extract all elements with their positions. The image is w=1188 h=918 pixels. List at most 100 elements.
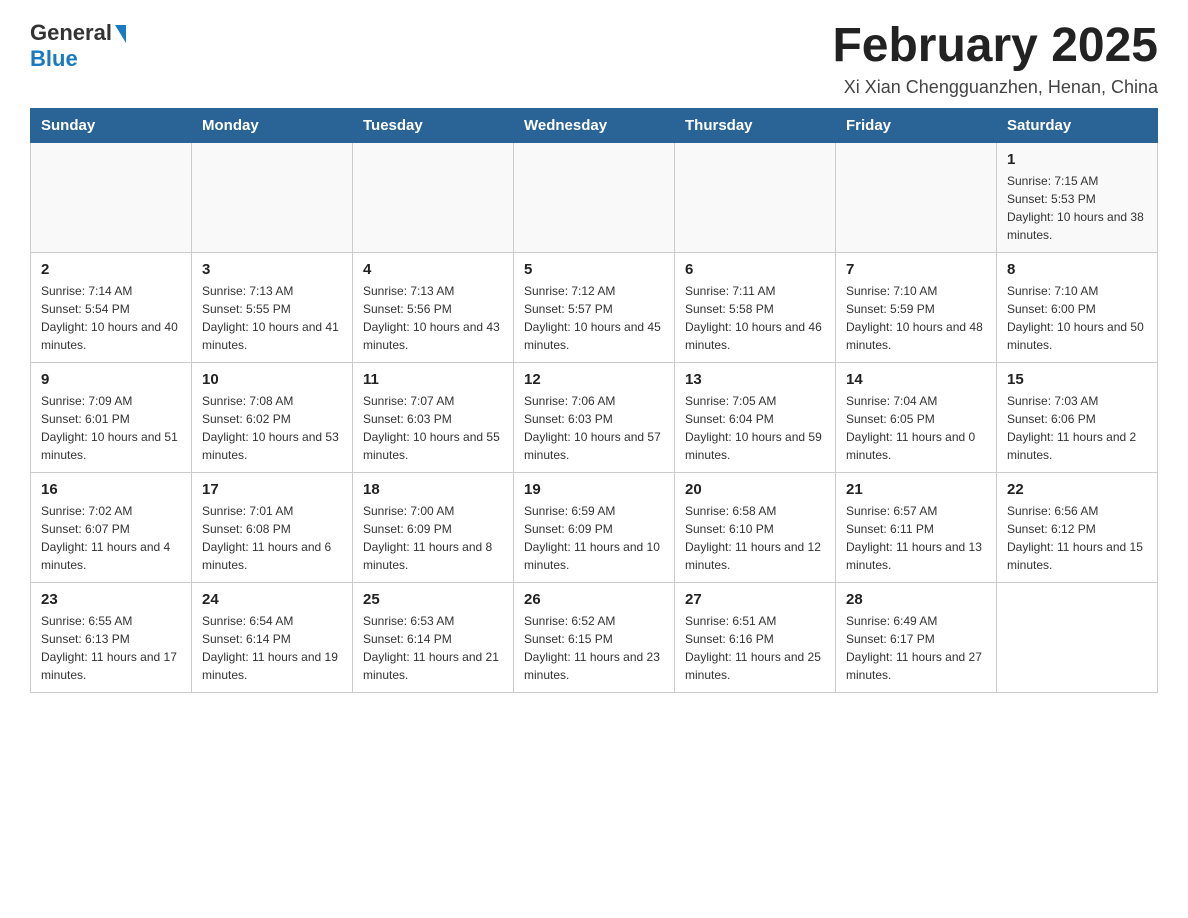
calendar-table: SundayMondayTuesdayWednesdayThursdayFrid… (30, 108, 1158, 693)
calendar-day-cell: 15 Sunrise: 7:03 AM Sunset: 6:06 PM Dayli… (997, 362, 1158, 472)
day-info: Sunrise: 7:06 AM Sunset: 6:03 PM Dayligh… (524, 392, 664, 464)
day-number: 4 (363, 261, 503, 278)
day-of-week-header: Sunday (31, 108, 192, 142)
day-info: Sunrise: 7:14 AM Sunset: 5:54 PM Dayligh… (41, 282, 181, 354)
page-header: General Blue February 2025 Xi Xian Cheng… (30, 20, 1158, 98)
calendar-day-cell: 18Sunrise: 7:00 AM Sunset: 6:09 PM Dayli… (353, 472, 514, 582)
day-info: Sunrise: 6:53 AM Sunset: 6:14 PM Dayligh… (363, 612, 503, 684)
calendar-day-cell: 8 Sunrise: 7:10 AM Sunset: 6:00 PM Daylig… (997, 252, 1158, 362)
day-info: Sunrise: 7:09 AM Sunset: 6:01 PM Dayligh… (41, 392, 181, 464)
day-info: Sunrise: 7:05 AM Sunset: 6:04 PM Dayligh… (685, 392, 825, 464)
calendar-day-cell: 21Sunrise: 6:57 AM Sunset: 6:11 PM Dayli… (836, 472, 997, 582)
calendar-day-cell: 22 Sunrise: 6:56 AM Sunset: 6:12 PM Dayli… (997, 472, 1158, 582)
day-number: 17 (202, 481, 342, 498)
day-info: Sunrise: 6:56 AM Sunset: 6:12 PM Dayligh… (1007, 502, 1147, 574)
day-of-week-header: Tuesday (353, 108, 514, 142)
day-of-week-header: Saturday (997, 108, 1158, 142)
day-number: 9 (41, 371, 181, 388)
calendar-day-cell (514, 142, 675, 252)
month-title: February 2025 (832, 20, 1158, 73)
calendar-day-cell (353, 142, 514, 252)
day-info: Sunrise: 7:04 AM Sunset: 6:05 PM Dayligh… (846, 392, 986, 464)
calendar-day-cell (31, 142, 192, 252)
day-info: Sunrise: 7:10 AM Sunset: 6:00 PM Dayligh… (1007, 282, 1147, 354)
day-of-week-header: Friday (836, 108, 997, 142)
calendar-day-cell: 1 Sunrise: 7:15 AM Sunset: 5:53 PM Daylig… (997, 142, 1158, 252)
day-number: 21 (846, 481, 986, 498)
day-number: 14 (846, 371, 986, 388)
day-info: Sunrise: 7:08 AM Sunset: 6:02 PM Dayligh… (202, 392, 342, 464)
day-of-week-header: Wednesday (514, 108, 675, 142)
day-info: Sunrise: 6:51 AM Sunset: 6:16 PM Dayligh… (685, 612, 825, 684)
calendar-day-cell (192, 142, 353, 252)
calendar-day-cell: 14 Sunrise: 7:04 AM Sunset: 6:05 PM Dayli… (836, 362, 997, 472)
calendar-day-cell (997, 582, 1158, 692)
day-number: 27 (685, 591, 825, 608)
calendar-day-cell: 3 Sunrise: 7:13 AM Sunset: 5:55 PM Daylig… (192, 252, 353, 362)
day-info: Sunrise: 7:12 AM Sunset: 5:57 PM Dayligh… (524, 282, 664, 354)
day-info: Sunrise: 7:10 AM Sunset: 5:59 PM Dayligh… (846, 282, 986, 354)
day-info: Sunrise: 7:13 AM Sunset: 5:56 PM Dayligh… (363, 282, 503, 354)
day-number: 19 (524, 481, 664, 498)
day-number: 3 (202, 261, 342, 278)
day-number: 15 (1007, 371, 1147, 388)
day-info: Sunrise: 7:00 AM Sunset: 6:09 PM Dayligh… (363, 502, 503, 574)
day-number: 10 (202, 371, 342, 388)
calendar-day-cell: 23 Sunrise: 6:55 AM Sunset: 6:13 PM Dayli… (31, 582, 192, 692)
calendar-day-cell: 25 Sunrise: 6:53 AM Sunset: 6:14 PM Dayli… (353, 582, 514, 692)
calendar-day-cell: 6Sunrise: 7:11 AM Sunset: 5:58 PM Daylig… (675, 252, 836, 362)
calendar-day-cell: 28 Sunrise: 6:49 AM Sunset: 6:17 PM Dayli… (836, 582, 997, 692)
logo: General Blue (30, 20, 126, 72)
logo-general-text: General (30, 20, 112, 46)
day-number: 25 (363, 591, 503, 608)
calendar-day-cell: 27 Sunrise: 6:51 AM Sunset: 6:16 PM Dayli… (675, 582, 836, 692)
calendar-day-cell: 2Sunrise: 7:14 AM Sunset: 5:54 PM Daylig… (31, 252, 192, 362)
location-title: Xi Xian Chengguanzhen, Henan, China (832, 77, 1158, 98)
logo-arrow-icon (115, 25, 126, 43)
calendar-day-cell: 26 Sunrise: 6:52 AM Sunset: 6:15 PM Dayli… (514, 582, 675, 692)
calendar-day-cell: 10 Sunrise: 7:08 AM Sunset: 6:02 PM Dayli… (192, 362, 353, 472)
day-info: Sunrise: 7:02 AM Sunset: 6:07 PM Dayligh… (41, 502, 181, 574)
day-number: 11 (363, 371, 503, 388)
calendar-week-row: 2Sunrise: 7:14 AM Sunset: 5:54 PM Daylig… (31, 252, 1158, 362)
calendar-day-cell (675, 142, 836, 252)
calendar-day-cell: 16 Sunrise: 7:02 AM Sunset: 6:07 PM Dayli… (31, 472, 192, 582)
day-of-week-header: Thursday (675, 108, 836, 142)
calendar-week-row: 1 Sunrise: 7:15 AM Sunset: 5:53 PM Daylig… (31, 142, 1158, 252)
calendar-day-cell: 13Sunrise: 7:05 AM Sunset: 6:04 PM Dayli… (675, 362, 836, 472)
day-number: 1 (1007, 151, 1147, 168)
day-info: Sunrise: 6:55 AM Sunset: 6:13 PM Dayligh… (41, 612, 181, 684)
day-number: 24 (202, 591, 342, 608)
day-info: Sunrise: 7:13 AM Sunset: 5:55 PM Dayligh… (202, 282, 342, 354)
title-block: February 2025 Xi Xian Chengguanzhen, Hen… (832, 20, 1158, 98)
day-info: Sunrise: 6:49 AM Sunset: 6:17 PM Dayligh… (846, 612, 986, 684)
logo-blue-text: Blue (30, 46, 78, 72)
day-number: 26 (524, 591, 664, 608)
day-number: 7 (846, 261, 986, 278)
day-info: Sunrise: 7:01 AM Sunset: 6:08 PM Dayligh… (202, 502, 342, 574)
day-info: Sunrise: 6:54 AM Sunset: 6:14 PM Dayligh… (202, 612, 342, 684)
day-number: 28 (846, 591, 986, 608)
day-info: Sunrise: 7:11 AM Sunset: 5:58 PM Dayligh… (685, 282, 825, 354)
day-number: 22 (1007, 481, 1147, 498)
calendar-day-cell: 12 Sunrise: 7:06 AM Sunset: 6:03 PM Dayli… (514, 362, 675, 472)
calendar-header-row: SundayMondayTuesdayWednesdayThursdayFrid… (31, 108, 1158, 142)
day-number: 16 (41, 481, 181, 498)
day-info: Sunrise: 6:58 AM Sunset: 6:10 PM Dayligh… (685, 502, 825, 574)
day-of-week-header: Monday (192, 108, 353, 142)
calendar-day-cell: 20Sunrise: 6:58 AM Sunset: 6:10 PM Dayli… (675, 472, 836, 582)
day-info: Sunrise: 6:52 AM Sunset: 6:15 PM Dayligh… (524, 612, 664, 684)
calendar-day-cell: 24 Sunrise: 6:54 AM Sunset: 6:14 PM Dayli… (192, 582, 353, 692)
calendar-day-cell: 11Sunrise: 7:07 AM Sunset: 6:03 PM Dayli… (353, 362, 514, 472)
calendar-day-cell: 7 Sunrise: 7:10 AM Sunset: 5:59 PM Daylig… (836, 252, 997, 362)
day-info: Sunrise: 6:59 AM Sunset: 6:09 PM Dayligh… (524, 502, 664, 574)
calendar-day-cell: 9 Sunrise: 7:09 AM Sunset: 6:01 PM Daylig… (31, 362, 192, 472)
calendar-week-row: 16 Sunrise: 7:02 AM Sunset: 6:07 PM Dayli… (31, 472, 1158, 582)
day-info: Sunrise: 7:03 AM Sunset: 6:06 PM Dayligh… (1007, 392, 1147, 464)
day-number: 23 (41, 591, 181, 608)
day-number: 8 (1007, 261, 1147, 278)
day-info: Sunrise: 7:15 AM Sunset: 5:53 PM Dayligh… (1007, 172, 1147, 244)
day-number: 12 (524, 371, 664, 388)
calendar-week-row: 9 Sunrise: 7:09 AM Sunset: 6:01 PM Daylig… (31, 362, 1158, 472)
calendar-day-cell: 4 Sunrise: 7:13 AM Sunset: 5:56 PM Daylig… (353, 252, 514, 362)
